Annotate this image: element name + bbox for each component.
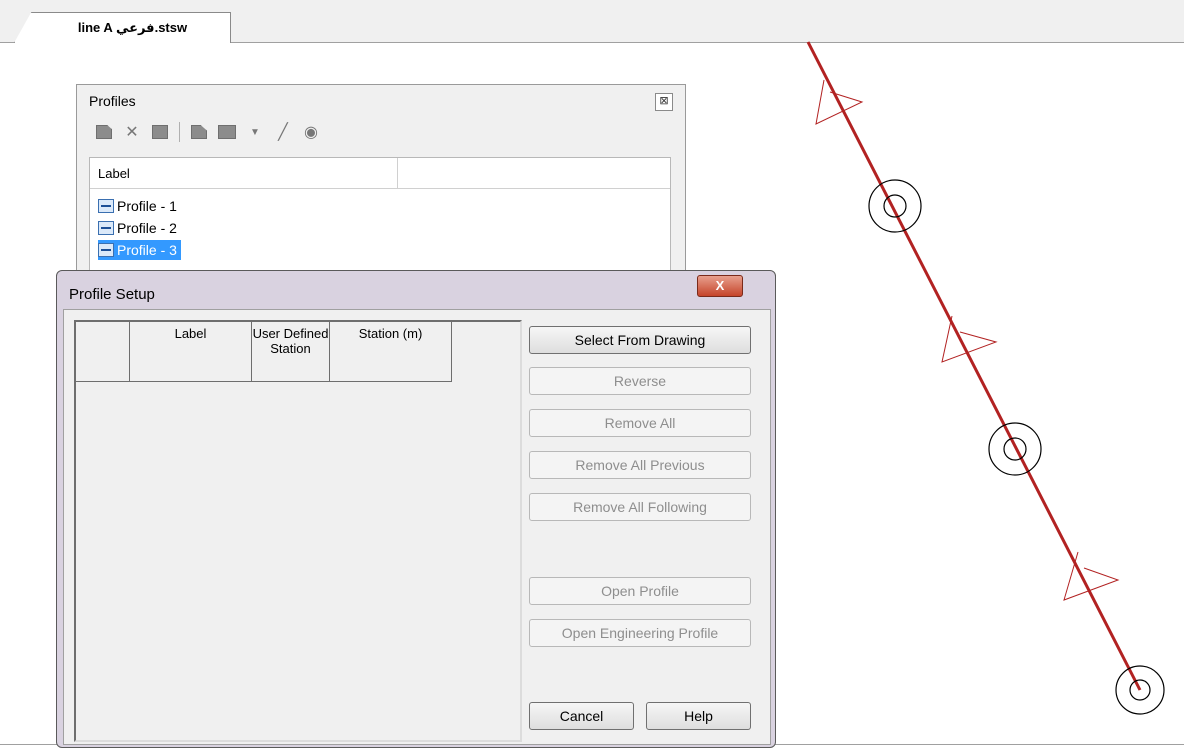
profiles-toolbar: ✕ ▼ ╱ ◉ xyxy=(95,121,320,143)
help-icon[interactable]: ◉ xyxy=(302,123,320,141)
label-column-header[interactable]: Label xyxy=(98,166,130,181)
list-item[interactable]: Profile - 2 xyxy=(98,218,181,238)
column-divider[interactable] xyxy=(397,158,398,188)
profiles-title: Profiles xyxy=(89,93,136,109)
new-profile-icon[interactable] xyxy=(95,123,113,141)
station-column-header[interactable]: Station (m) xyxy=(330,322,452,382)
open-profile-button[interactable]: Open Profile xyxy=(529,577,751,605)
user-defined-station-column-header[interactable]: User Defined Station xyxy=(252,322,330,382)
remove-all-following-button[interactable]: Remove All Following xyxy=(529,493,751,521)
dialog-close-button[interactable]: X xyxy=(697,275,743,297)
list-item-selected[interactable]: Profile - 3 xyxy=(98,240,181,260)
list-item-label: Profile - 3 xyxy=(117,242,177,258)
profiles-palette: Profiles ⊠ ✕ ▼ ╱ ◉ Label Profile - 1 Pro… xyxy=(76,84,686,289)
remove-all-previous-button[interactable]: Remove All Previous xyxy=(529,451,751,479)
row-header-column[interactable] xyxy=(76,322,130,382)
label-column-header[interactable]: Label xyxy=(130,322,252,382)
open-engineering-profile-button[interactable]: Open Engineering Profile xyxy=(529,619,751,647)
profile-dropdown-icon[interactable] xyxy=(218,123,236,141)
help-button[interactable]: Help xyxy=(646,702,751,730)
list-item-label: Profile - 2 xyxy=(117,220,177,236)
reverse-button[interactable]: Reverse xyxy=(529,367,751,395)
edit-profile-icon[interactable] xyxy=(190,123,208,141)
toolbar-separator xyxy=(179,122,180,142)
list-header: Label xyxy=(90,158,670,189)
manhole-1[interactable] xyxy=(868,179,922,233)
chevron-down-icon[interactable]: ▼ xyxy=(246,123,264,141)
pipeline-line[interactable] xyxy=(806,41,1142,691)
close-icon[interactable]: ⊠ xyxy=(655,93,673,111)
cancel-button[interactable]: Cancel xyxy=(529,702,634,730)
profile-icon xyxy=(98,243,114,257)
profile-view-icon[interactable] xyxy=(151,123,169,141)
list-item-label: Profile - 1 xyxy=(117,198,177,214)
remove-all-button[interactable]: Remove All xyxy=(529,409,751,437)
edit-pencil-icon[interactable]: ╱ xyxy=(274,123,292,141)
dialog-title: Profile Setup xyxy=(69,286,155,303)
profile-setup-dialog: Profile Setup X Label User Defined Stati… xyxy=(56,270,776,748)
delete-icon[interactable]: ✕ xyxy=(123,123,141,141)
profile-icon xyxy=(98,221,114,235)
stations-grid[interactable]: Label User Defined Station Station (m) xyxy=(74,320,522,742)
select-from-drawing-button[interactable]: Select From Drawing xyxy=(529,326,751,354)
profile-icon xyxy=(98,199,114,213)
list-item[interactable]: Profile - 1 xyxy=(98,196,181,216)
dialog-body: Label User Defined Station Station (m) S… xyxy=(63,309,771,745)
